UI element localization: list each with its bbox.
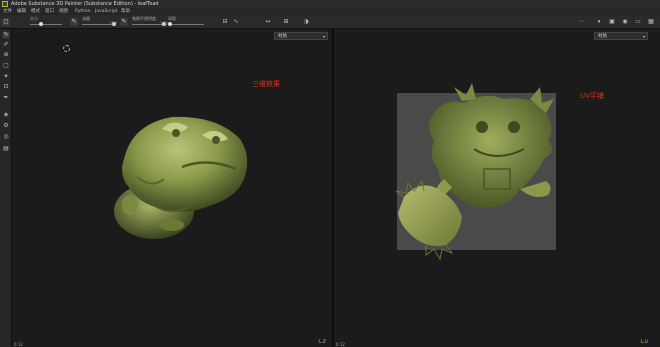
3d-axis-gizmo: ∟Z [318,338,326,345]
size-label: 大小 [30,16,38,21]
uv-axis-gizmo: ∟U [640,338,648,345]
menu-file[interactable]: 文件 [3,8,12,15]
3d-viewport-status: 0 12 [14,342,23,347]
menu-mode[interactable]: 模式 [31,8,40,15]
backface-culling-icon[interactable]: ◑ [303,19,309,25]
screenshot-icon[interactable]: ▣ [609,19,615,25]
uv-unwrapped-texture [395,83,554,261]
menu-help[interactable]: 帮助 [121,8,130,15]
menu-edit[interactable]: 编辑 [17,8,26,15]
menu-window[interactable]: 窗口 [45,8,54,15]
flow-label: 流量 [82,16,90,21]
window-title: Adobe Substance 3D Painter (Substance Ed… [11,1,159,7]
tools-sidebar: ✎ ✐ ⊕ ▢ ✦ ⊡ ✒ ◈ ⚙ ◎ ▤ [0,29,12,347]
2d-viewport-status: 0 12 [336,342,345,347]
camera-icon[interactable]: ◉ [622,19,628,25]
export-icon[interactable]: ▤ [3,146,9,152]
geometry-mask-icon[interactable]: ▢ [3,63,9,69]
toad-3d-model [114,116,248,239]
size-slider-knob[interactable] [39,22,44,26]
viewport-2d-uv[interactable]: 材质 ▾ UV平铺 ∟U 0 12 [334,29,660,347]
menu-view[interactable]: 视图 [59,8,68,15]
symmetry-icon[interactable]: ⊟ [222,19,228,25]
smudge-icon[interactable]: ✦ [3,74,9,80]
picker-icon[interactable]: ✒ [3,95,9,101]
align-icon[interactable]: ↔ [265,19,271,25]
viewport-3d[interactable]: 材质 ▾ 三维效果 ∟Z 0 12 [12,29,334,347]
3d-axis-label: Z [323,339,326,344]
spacing-slider-knob[interactable] [168,22,172,26]
menu-javascript[interactable]: JavaScript [95,8,118,15]
menu-bar: 文件 编辑 模式 窗口 视图 Python JavaScript 帮助 [0,8,660,15]
tool-properties-bar: ◻ 大小 ✎ 流量 100 ✎ 笔刷不透明度 100 间距 ⊟ ∿ ↔ ⊞ ◑ … [0,15,660,29]
settings-icon[interactable]: ⚙ [3,123,9,129]
lazy-mouse-icon[interactable]: ∿ [233,19,239,25]
stroke-opacity-value: 100 [160,21,168,26]
paint-brush-icon[interactable]: ✎ [3,32,9,38]
alignment-mode-icon[interactable]: ⊞ [283,19,289,25]
eraser-icon[interactable]: ✐ [3,42,9,48]
size-slider[interactable] [30,22,62,26]
projection-icon[interactable]: ⊕ [3,52,9,58]
substance-painter-app-icon [2,1,8,7]
menu-python[interactable]: Python [75,8,91,15]
title-bar: Adobe Substance 3D Painter (Substance Ed… [0,0,660,8]
pause-render-icon[interactable]: ⏸ [596,19,602,25]
bake-icon[interactable]: ◎ [3,134,9,140]
uv-axis-label: U [645,339,648,344]
clone-icon[interactable]: ⊡ [3,84,9,90]
stroke-opacity-label: 笔刷不透明度 [132,16,156,21]
polygon-fill-icon[interactable]: ◈ [3,112,9,118]
settings-menu-icon[interactable]: ⋯ [578,19,584,25]
opacity-pressure-button[interactable]: ✎ [120,18,128,26]
spacing-slider[interactable] [168,22,204,26]
flow-value: 100 [109,21,117,26]
viewport-layout-icon[interactable]: ▭ [635,19,641,25]
display-settings-icon[interactable]: ▦ [648,19,654,25]
brush-preset-button[interactable]: ◻ [2,18,10,26]
pen-pressure-button[interactable]: ✎ [70,18,78,26]
